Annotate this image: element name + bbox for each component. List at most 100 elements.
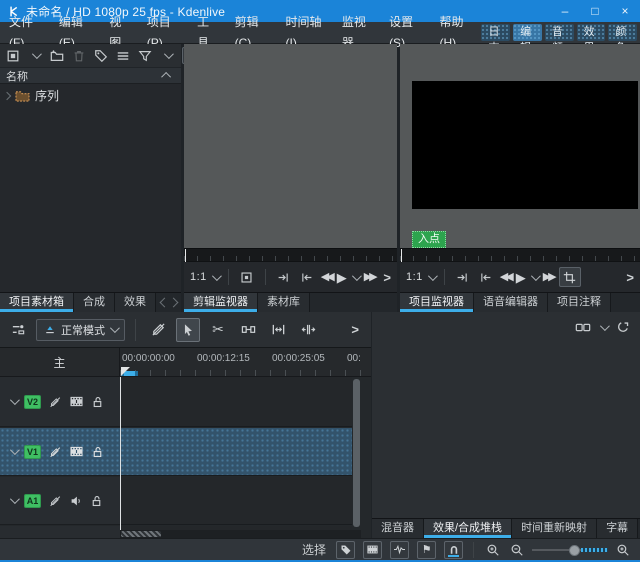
mute-track-icon[interactable] [69,494,83,508]
track-target-badge[interactable]: A1 [24,493,41,508]
timeline-horizontal-scrollbar[interactable] [120,530,361,538]
split-compare-icon[interactable] [575,320,591,334]
track-effects-off-icon[interactable] [48,445,62,459]
add-clip-button[interactable] [4,47,22,65]
forward-icon[interactable]: ▶▶ [543,271,557,283]
transport-overflow-icon[interactable]: > [626,270,634,285]
rewind-icon[interactable]: ◀◀ [321,271,335,283]
set-in-point-icon[interactable] [454,268,472,286]
close-button[interactable]: × [610,0,640,22]
slip-tool-icon[interactable] [296,318,320,342]
layout-editing[interactable]: 编辑 [513,24,542,54]
video-frame[interactable] [412,81,638,209]
play-options-chevron[interactable] [530,270,541,281]
lock-open-icon[interactable] [91,445,104,459]
refresh-icon[interactable] [616,320,630,335]
ripple-tool-icon[interactable] [266,318,290,342]
bin-item-sequence[interactable]: 序列 [0,87,181,104]
track-header-a2[interactable]: A2 [0,526,120,538]
zone-crop-button[interactable] [558,267,581,287]
zoom-fit-icon[interactable] [484,541,502,559]
track-effects-off-icon[interactable] [48,494,62,508]
toolbar-overflow-icon[interactable]: > [351,322,365,337]
track-target-badge[interactable]: V2 [24,394,41,409]
clip-monitor-zoom[interactable]: 1:1 [190,271,207,283]
tab-effects[interactable]: 效果 [115,293,156,312]
track-header-a1[interactable]: A1 [0,477,120,525]
clip-monitor-view[interactable] [184,44,397,248]
tags-button[interactable] [92,47,110,65]
view-mode-icon[interactable] [114,47,132,65]
project-monitor-zoom[interactable]: 1:1 [406,271,423,283]
track-lane-v1[interactable] [120,428,352,476]
project-monitor-playhead[interactable] [401,249,402,262]
collapse-track-icon[interactable] [9,395,20,406]
clip-monitor-playhead[interactable] [185,249,186,262]
play-icon[interactable]: ▶ [516,271,526,284]
tab-compositions[interactable]: 合成 [74,293,115,312]
track-target-icon[interactable] [6,318,30,342]
bin-column-header[interactable]: 名称 [0,67,181,84]
tab-project-notes[interactable]: 项目注释 [548,293,611,312]
tab-effect-stack[interactable]: 效果/合成堆栈 [424,519,513,538]
create-folder-button[interactable] [48,47,66,65]
razor-tool-icon[interactable]: ✂ [206,318,230,342]
filter-button[interactable] [136,47,154,65]
play-options-chevron[interactable] [351,270,362,281]
playhead-marker[interactable] [121,367,130,376]
rewind-icon[interactable]: ◀◀ [500,271,514,283]
add-clip-chevron[interactable] [26,47,44,65]
set-out-point-icon[interactable] [477,268,495,286]
thumbnails-toggle-button[interactable] [363,540,382,559]
selection-tool-button[interactable] [176,317,200,342]
timeline-vertical-scrollbar[interactable] [353,379,360,527]
hide-video-icon[interactable] [69,395,84,408]
track-header-v1[interactable]: V1 [0,428,120,476]
edit-mode-dropdown[interactable]: 正常模式 [36,318,125,341]
tab-time-remap[interactable]: 时间重新映射 [512,519,598,538]
collapse-track-icon[interactable] [9,494,20,505]
options-chevron-icon[interactable] [599,320,610,331]
track-effects-off-icon[interactable] [48,395,62,409]
expander-icon[interactable] [2,91,12,100]
tab-library[interactable]: 素材库 [258,293,310,312]
slider-thumb[interactable] [569,544,580,556]
layout-audio[interactable]: 音频 [544,24,574,54]
project-monitor-view[interactable]: 入点 [400,44,640,248]
track-lane-v2[interactable] [120,377,352,427]
layout-logging[interactable]: 日志 [481,24,511,54]
minimize-button[interactable]: – [550,0,580,22]
maximize-button[interactable]: □ [580,0,610,22]
set-in-point-icon[interactable] [275,268,293,286]
play-icon[interactable]: ▶ [337,271,347,284]
timeline-ruler[interactable]: 00:00:00:00 00:00:12:15 00:00:25:05 00: [120,348,371,376]
lock-open-icon[interactable] [90,494,103,508]
zoom-in-icon[interactable] [614,541,632,559]
spacer-tool-icon[interactable] [236,318,260,342]
filter-chevron[interactable] [158,47,176,65]
set-out-point-icon[interactable] [298,268,316,286]
timeline-zoom-slider[interactable] [532,542,608,558]
zone-mode-icon[interactable] [238,268,256,286]
tab-clip-monitor[interactable]: 剪辑监视器 [184,293,258,312]
transport-overflow-icon[interactable]: > [383,270,391,285]
track-lane-a1[interactable] [120,477,352,525]
markers-toggle-button[interactable]: ⚑ [417,540,436,559]
zoom-chevron-icon[interactable] [427,270,438,281]
sort-ascending-icon[interactable] [161,71,172,82]
zoom-chevron-icon[interactable] [211,270,222,281]
forward-icon[interactable]: ▶▶ [364,271,378,283]
tag-toggle-button[interactable] [336,540,355,559]
track-header-v2[interactable]: V2 [0,377,120,427]
tab-mixer[interactable]: 混音器 [372,519,424,538]
master-track-button[interactable]: 主 [0,348,120,376]
tab-speech-editor[interactable]: 语音编辑器 [474,293,548,312]
tab-scroll-right-icon[interactable] [168,297,179,308]
track-target-badge[interactable]: V1 [24,444,41,459]
layout-color[interactable]: 颜色 [608,24,638,54]
hide-video-icon[interactable] [69,445,84,458]
layout-effects[interactable]: 效果 [576,24,606,54]
scrollbar-thumb[interactable] [121,531,161,537]
collapse-track-icon[interactable] [9,445,20,456]
zoom-out-icon[interactable] [508,541,526,559]
